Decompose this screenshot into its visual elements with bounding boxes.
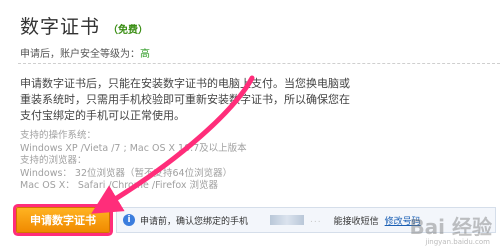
security-prefix: 申请后，账户安全等级为： [20,49,140,60]
masked-phone [270,215,305,225]
masked-phone-dots: ... [310,215,322,225]
free-badge: （免费） [108,25,149,36]
system-requirements: 支持的操作系统： Windows XP /Vieta /7 ; Mac OS X… [20,130,320,193]
os-value: Windows XP /Vieta /7 ; Mac OS X 10.7及以上版… [20,142,247,154]
watermark: Bai 经验 [409,215,492,239]
apply-certificate-button[interactable]: 申请数字证书 [16,207,110,233]
description-text: 申请数字证书后，只能在安装数字证书的电脑上支付。当您换电脑或重装系统时，只需用手… [20,77,350,122]
os-label: 支持的操作系统： [20,130,97,141]
notice-text: 申请前，确认您绑定的手机 [140,216,249,227]
watermark-sub: jingyan.baidu.com [425,238,490,246]
browser-label: 支持的浏览器： [20,155,87,166]
info-icon: i [123,214,135,226]
divider [18,63,500,64]
security-level-value: 高 [140,49,150,60]
security-level-text: 申请后，账户安全等级为：高 [20,45,150,60]
page-title: 数字证书 [20,16,101,38]
windows-browsers: Windows： 32位浏览器（暂不支持64位浏览器） [20,167,233,179]
sms-text: 能接收短信 [333,216,379,227]
mac-browsers: Mac OS X： Safari /Chrome /Firefox 浏览器 [20,180,219,191]
title-row: 数字证书 （免费） [20,12,148,39]
